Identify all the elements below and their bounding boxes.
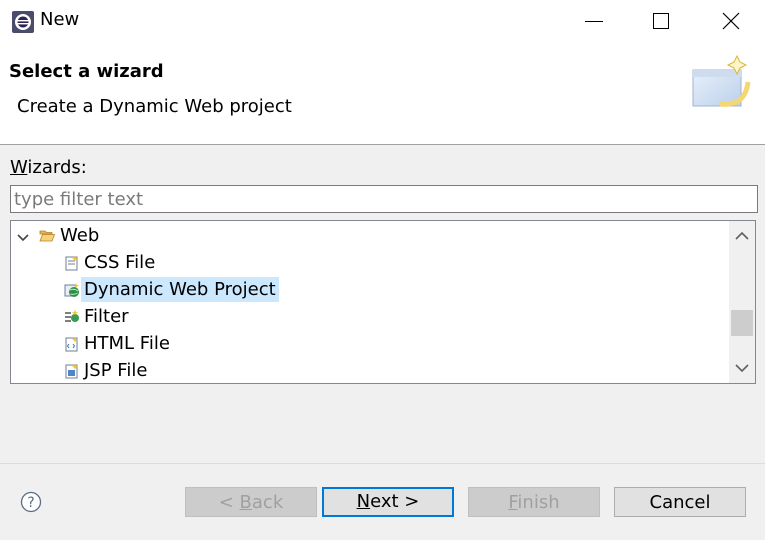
filter-input[interactable] (10, 185, 758, 213)
scroll-up-icon[interactable] (735, 231, 749, 241)
eclipse-app-icon (12, 11, 34, 33)
page-description: Create a Dynamic Web project (17, 96, 292, 117)
scroll-down-icon[interactable] (735, 363, 749, 373)
jsp-file-icon (65, 364, 78, 379)
title-bar: New (0, 0, 765, 44)
folder-open-icon (39, 230, 55, 242)
page-title: Select a wizard (9, 61, 164, 82)
wizard-tree[interactable]: Web CSS File Dynamic Web Project Filter (10, 220, 756, 384)
close-icon (722, 12, 740, 30)
tree-item-label: JSP File (84, 360, 148, 381)
html-file-icon (65, 337, 78, 352)
wizard-banner-icon (692, 54, 751, 107)
help-icon[interactable]: ? (20, 491, 42, 513)
tree-category-label: Web (60, 225, 100, 246)
web-project-icon (64, 283, 79, 297)
footer-divider (0, 463, 765, 464)
chevron-down-icon[interactable] (17, 234, 29, 242)
wizards-label: Wizards: (10, 157, 87, 178)
tree-item-html-file[interactable]: HTML File (61, 331, 173, 356)
svg-text:?: ? (27, 495, 34, 511)
window-title: New (40, 9, 80, 30)
back-button[interactable]: < Back (185, 487, 317, 517)
tree-item-label: Filter (84, 306, 129, 327)
minimize-button[interactable] (565, 0, 625, 44)
tree-item-label: Dynamic Web Project (81, 277, 279, 302)
minimize-icon (585, 21, 603, 22)
tree-item-label: CSS File (84, 252, 156, 273)
css-file-icon (65, 256, 78, 271)
scrollbar-thumb[interactable] (731, 310, 753, 336)
finish-button[interactable]: Finish (468, 487, 600, 517)
vertical-scrollbar[interactable] (729, 221, 755, 383)
filter-icon (65, 310, 79, 322)
tree-item-jsp-file[interactable]: JSP File (61, 358, 150, 383)
next-button[interactable]: Next > (322, 487, 454, 517)
close-button[interactable] (700, 0, 760, 44)
tree-item-css-file[interactable]: CSS File (61, 250, 158, 275)
maximize-icon (653, 13, 669, 29)
wizard-header: Select a wizard Create a Dynamic Web pro… (0, 44, 765, 145)
maximize-button[interactable] (630, 0, 690, 44)
tree-item-dynamic-web-project[interactable]: Dynamic Web Project (61, 277, 279, 302)
tree-item-label: HTML File (84, 333, 170, 354)
cancel-button[interactable]: Cancel (614, 487, 746, 517)
tree-category-web[interactable]: Web (11, 223, 711, 248)
tree-item-filter[interactable]: Filter (61, 304, 132, 329)
